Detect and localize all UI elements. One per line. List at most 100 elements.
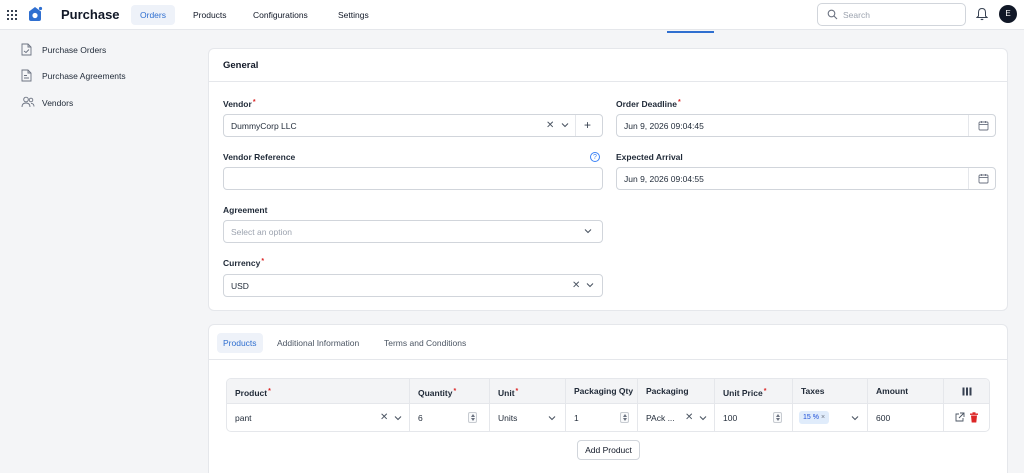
expected-arrival-label: Expected Arrival (616, 152, 683, 162)
general-card: General Vendor* DummyCorp LLC ✕ + Vendor… (208, 48, 1008, 311)
order-deadline-value: Jun 9, 2026 09:04:45 (624, 121, 704, 131)
product-value: pant (235, 413, 252, 423)
expected-arrival-input[interactable]: Jun 9, 2026 09:04:55 (616, 167, 996, 190)
nav-configurations[interactable]: Configurations (244, 5, 317, 25)
apps-grid-icon[interactable] (7, 10, 17, 20)
general-title: General (223, 60, 259, 71)
columns-icon[interactable] (962, 387, 972, 396)
cell-unit[interactable]: Units (490, 404, 566, 431)
order-deadline-input[interactable]: Jun 9, 2026 09:04:45 (616, 114, 996, 137)
tax-chip[interactable]: 15 % × (799, 411, 830, 424)
cell-quantity[interactable]: 6 (410, 404, 490, 431)
amount-value: 600 (876, 413, 891, 423)
document-icon (21, 43, 32, 56)
unit-value: Units (498, 413, 518, 423)
vendor-reference-label: Vendor Reference (223, 152, 296, 162)
chevron-down-icon[interactable] (851, 414, 859, 422)
clear-icon[interactable]: ✕ (380, 412, 388, 423)
unit-price-value: 100 (723, 413, 738, 423)
column-header-unit-price: Unit Price* (715, 379, 793, 404)
required-marker: * (261, 258, 265, 265)
chevron-down-icon[interactable] (561, 121, 569, 129)
required-marker: * (268, 388, 271, 395)
column-header-unit: Unit* (490, 379, 566, 404)
users-icon (21, 96, 35, 108)
user-avatar[interactable]: E (999, 5, 1017, 23)
clear-icon[interactable]: ✕ (685, 412, 693, 423)
clear-icon[interactable]: ✕ (546, 120, 554, 131)
column-settings[interactable] (944, 379, 989, 404)
required-marker: * (453, 388, 457, 395)
cell-taxes[interactable]: 15 % × (793, 404, 868, 431)
top-navbar: Purchase Orders Products Configurations … (0, 0, 1024, 30)
search-input[interactable] (843, 7, 959, 22)
currency-label: Currency* (223, 258, 265, 268)
sidebar-item-label: Purchase Agreements (42, 71, 126, 81)
app-logo-icon (29, 6, 43, 21)
cell-amount: 600 (868, 404, 944, 431)
tab-terms-and-conditions[interactable]: Terms and Conditions (378, 333, 472, 353)
search-box (817, 3, 966, 26)
agreement-select[interactable]: Select an option (223, 220, 603, 243)
currency-value: USD (231, 281, 249, 291)
agreement-placeholder: Select an option (231, 227, 292, 237)
tab-additional-information[interactable]: Additional Information (271, 333, 365, 353)
quantity-stepper[interactable] (468, 412, 477, 423)
trash-icon[interactable] (969, 412, 979, 423)
clear-icon[interactable]: ✕ (572, 280, 580, 291)
product-table: Product* Quantity* Unit* Packaging Qty P… (226, 378, 990, 432)
expected-arrival-value: Jun 9, 2026 09:04:55 (624, 174, 704, 184)
add-vendor-icon[interactable]: + (584, 118, 591, 132)
cell-packaging-qty[interactable]: 1 (566, 404, 638, 431)
required-marker: * (677, 99, 681, 106)
nav-settings[interactable]: Settings (329, 5, 378, 25)
sidebar-item-label: Purchase Orders (42, 45, 107, 55)
card-divider (209, 359, 1007, 360)
required-marker: * (515, 388, 519, 395)
column-header-amount: Amount (868, 379, 944, 404)
app-title: Purchase (61, 7, 120, 22)
currency-select[interactable]: USD ✕ (223, 274, 603, 297)
chevron-down-icon[interactable] (699, 414, 707, 422)
vendor-reference-input[interactable] (223, 167, 603, 190)
table-row: pant ✕ 6 Units 1 PAck ... ✕ 100 15 % × 6… (227, 404, 989, 431)
chevron-down-icon[interactable] (586, 281, 594, 289)
open-external-icon[interactable] (954, 412, 965, 423)
remove-tax-icon[interactable]: × (821, 414, 825, 421)
packaging-qty-value: 1 (574, 413, 579, 423)
chevron-down-icon[interactable] (394, 414, 402, 422)
nav-orders[interactable]: Orders (131, 5, 175, 25)
tab-products[interactable]: Products (217, 333, 263, 353)
help-icon[interactable]: ? (590, 152, 600, 162)
packaging-value: PAck ... (646, 413, 675, 423)
chevron-down-icon[interactable] (548, 414, 556, 422)
cell-unit-price[interactable]: 100 (715, 404, 793, 431)
bell-icon[interactable] (976, 7, 988, 21)
packaging-qty-stepper[interactable] (620, 412, 629, 423)
contract-icon (21, 69, 32, 82)
required-marker: * (252, 99, 256, 106)
calendar-icon[interactable] (978, 173, 989, 184)
card-divider (209, 81, 1007, 82)
cell-product[interactable]: pant ✕ (227, 404, 410, 431)
quantity-value: 6 (418, 413, 423, 423)
unit-price-stepper[interactable] (773, 412, 782, 423)
table-header: Product* Quantity* Unit* Packaging Qty P… (227, 379, 989, 404)
agreement-label: Agreement (223, 205, 268, 215)
column-header-quantity: Quantity* (410, 379, 490, 404)
nav-products[interactable]: Products (184, 5, 236, 25)
required-marker: * (763, 388, 767, 395)
column-header-product: Product* (227, 379, 410, 404)
order-deadline-label: Order Deadline* (616, 99, 681, 109)
add-product-button[interactable]: Add Product (577, 440, 640, 460)
search-icon (827, 9, 838, 20)
vendor-label: Vendor* (223, 99, 256, 109)
column-header-packaging-qty: Packaging Qty (566, 379, 638, 404)
calendar-icon[interactable] (978, 120, 989, 131)
cell-packaging[interactable]: PAck ... ✕ (638, 404, 715, 431)
vendor-select[interactable]: DummyCorp LLC ✕ + (223, 114, 603, 137)
sidebar-item-label: Vendors (42, 98, 74, 108)
chevron-down-icon[interactable] (584, 227, 592, 235)
scroll-tab-indicator (667, 31, 714, 33)
column-header-packaging: Packaging (638, 379, 715, 404)
